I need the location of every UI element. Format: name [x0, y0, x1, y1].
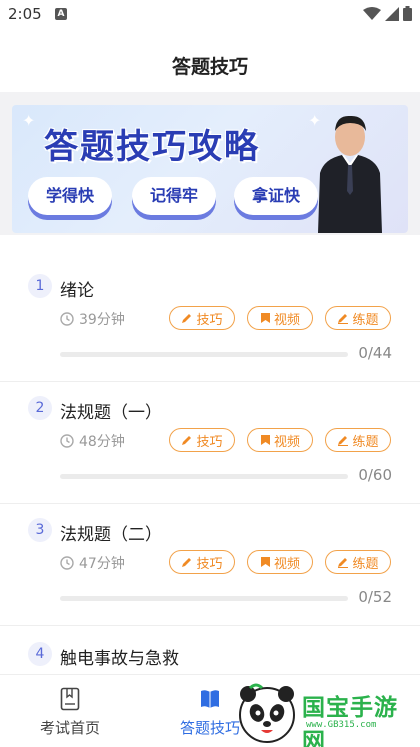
list-item[interactable]: 3 法规题（二） 47分钟 技巧 视频 练题 0/52 [0, 504, 420, 626]
tab-label: 考试首页 [39, 719, 100, 737]
progress-bar [60, 474, 348, 479]
tips-tag[interactable]: 技巧 [169, 550, 235, 574]
watermark-text: 国宝手游网 [302, 695, 398, 747]
bookmark-icon [260, 435, 270, 445]
chapter-duration: 48分钟 [60, 431, 125, 451]
edit-icon [338, 436, 349, 446]
tag-label: 技巧 [196, 434, 223, 450]
chapter-number: 1 [28, 274, 52, 298]
tag-label: 练题 [352, 434, 379, 450]
duration-text: 47分钟 [79, 556, 125, 572]
progress-bar [60, 352, 348, 357]
duration-text: 48分钟 [79, 434, 125, 450]
chapter-duration: 47分钟 [60, 553, 125, 573]
duration-text: 39分钟 [79, 312, 125, 328]
signal-icon [385, 6, 399, 21]
chapter-duration: 39分钟 [60, 309, 125, 329]
chapter-title: 绪论 [60, 281, 94, 301]
status-icons [363, 6, 412, 21]
page-title: 答题技巧 [171, 56, 248, 78]
clock-icon [60, 312, 74, 326]
tag-label: 视频 [273, 434, 300, 450]
book-icon [60, 687, 80, 711]
chapter-title: 法规题（一） [60, 403, 162, 423]
tips-tag[interactable]: 技巧 [169, 428, 235, 452]
tag-label: 视频 [273, 556, 300, 572]
progress-count: 0/52 [358, 588, 392, 606]
chapter-title: 法规题（二） [60, 525, 162, 545]
panda-icon [239, 683, 295, 743]
practice-tag[interactable]: 练题 [325, 550, 391, 574]
progress-count: 0/44 [358, 344, 392, 362]
progress-bar [60, 596, 348, 601]
chapter-number: 4 [28, 642, 52, 666]
list-item[interactable]: 1 绪论 39分钟 技巧 视频 练题 0/44 [0, 260, 420, 382]
title-bar: 答题技巧 [0, 30, 420, 92]
status-bar: 2:05 A [0, 0, 420, 30]
video-tag[interactable]: 视频 [247, 550, 313, 574]
edit-icon [338, 314, 349, 324]
pencil-icon [182, 436, 192, 445]
tag-label: 练题 [352, 312, 379, 328]
sparkle-icon: ✦ [22, 111, 36, 130]
wifi-icon [363, 6, 381, 20]
promo-banner[interactable]: ✦ ✦ 答题技巧攻略 学得快 记得牢 拿证快 [12, 105, 408, 233]
tab-exam-home[interactable]: 考试首页 [0, 675, 140, 747]
chapter-number: 2 [28, 396, 52, 420]
tag-label: 练题 [352, 556, 379, 572]
edit-icon [338, 558, 349, 568]
bookmark-icon [260, 557, 270, 567]
list-item[interactable]: 2 法规题（一） 48分钟 技巧 视频 练题 0/60 [0, 382, 420, 504]
watermark-logo: 国宝手游网 www.GB315.com [234, 680, 420, 747]
clock-icon [60, 556, 74, 570]
practice-tag[interactable]: 练题 [325, 428, 391, 452]
clock-icon [60, 434, 74, 448]
tag-label: 视频 [273, 312, 300, 328]
chapter-number: 3 [28, 518, 52, 542]
presenter-image [318, 115, 382, 233]
banner-pill: 拿证快 [234, 177, 318, 215]
pencil-icon [182, 314, 192, 323]
video-tag[interactable]: 视频 [247, 428, 313, 452]
practice-tag[interactable]: 练题 [325, 306, 391, 330]
open-book-icon [201, 690, 219, 708]
notification-icon: A [55, 8, 67, 20]
tag-label: 技巧 [196, 556, 223, 572]
bookmark-icon [260, 313, 270, 323]
status-time: 2:05 [8, 5, 42, 23]
video-tag[interactable]: 视频 [247, 306, 313, 330]
tips-tag[interactable]: 技巧 [169, 306, 235, 330]
progress-count: 0/60 [358, 466, 392, 484]
watermark-url: www.GB315.com [306, 720, 377, 730]
banner-pill: 学得快 [28, 177, 112, 215]
tag-label: 技巧 [196, 312, 223, 328]
banner-section: ✦ ✦ 答题技巧攻略 学得快 记得牢 拿证快 [0, 92, 420, 235]
pencil-icon [182, 558, 192, 567]
battery-icon [403, 6, 412, 21]
banner-title: 答题技巧攻略 [44, 127, 260, 167]
banner-pill: 记得牢 [132, 177, 216, 215]
chapter-title: 触电事故与急救 [60, 649, 179, 669]
